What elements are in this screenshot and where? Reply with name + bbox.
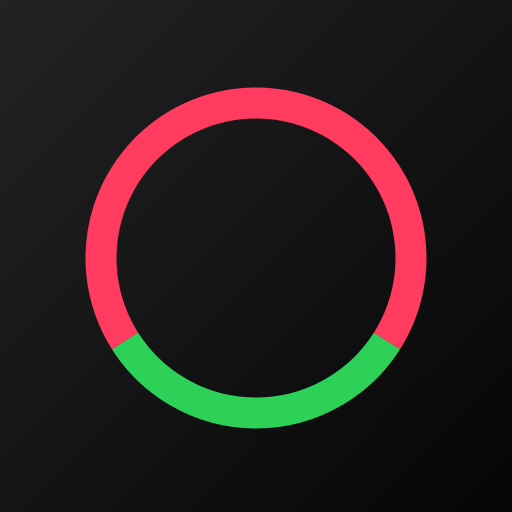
two-color-ring-icon bbox=[0, 0, 512, 512]
app-icon-tile bbox=[0, 0, 512, 512]
icon-background bbox=[0, 0, 512, 512]
